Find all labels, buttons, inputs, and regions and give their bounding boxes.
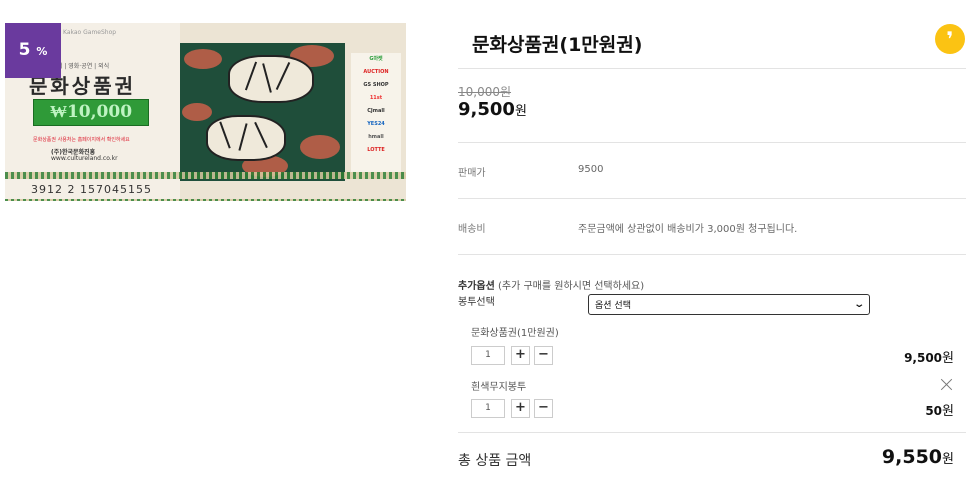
select-value: 옵션 선택 [595,301,631,311]
divider [458,432,966,433]
partner-logo: AUCTION [363,69,389,75]
divider [458,198,966,199]
total-price: 9,550원 [882,446,954,468]
tiger-illustration [180,43,345,181]
additional-options-heading: 추가옵션 (추가 구매를 원하시면 선택하세요) [458,277,644,292]
shipping-label: 배송비 [458,224,486,235]
sale-price: 9,500원 [458,99,527,120]
selected-item-price: 50원 [925,400,954,419]
additional-options-title: 추가옵션 [458,281,495,292]
kakao-talk-icon[interactable]: ❜ [935,24,965,54]
quantity-minus-button[interactable]: − [534,399,553,418]
voucher-border [5,199,406,201]
selected-item-price-value: 9,500 [904,351,943,365]
currency-unit: 원 [942,351,954,366]
selected-item-price: 9,500원 [904,347,954,366]
selected-item-price-value: 50 [925,404,943,418]
partner-logo: LOTTE [367,147,385,153]
product-title: 문화상품권(1만원권) [472,34,643,56]
partner-logo: CJmall [367,108,385,114]
discount-value: 5 [18,40,31,60]
partner-logo: 11st [369,95,383,101]
envelope-select-dropdown[interactable]: 옵션 선택 ⌄ [588,294,870,315]
sale-price-value: 9,500 [458,99,515,120]
partner-logo: YES24 [367,121,385,127]
currency-unit: 원 [942,404,954,419]
voucher-amount: ₩10,000 [33,99,149,126]
sale-price-label: 판매가 [458,168,486,179]
divider [458,68,966,69]
chevron-down-icon: ⌄ [852,299,865,310]
quantity-input[interactable]: 1 [471,399,505,418]
discount-unit: % [36,45,48,58]
total-price-value: 9,550 [881,446,943,468]
selected-item-name: 흰색무지봉투 [471,382,527,393]
quantity-minus-button[interactable]: − [534,346,553,365]
voucher-url: www.cultureland.co.kr [51,155,118,162]
quantity-input[interactable]: 1 [471,346,505,365]
voucher-top-row: Kakao GameShop [63,29,117,36]
quantity-plus-button[interactable]: + [511,399,530,418]
voucher-serial: 3912 2 157045155 [31,183,152,196]
divider [458,254,966,255]
envelope-select-label: 봉투선택 [458,297,495,308]
currency-unit: 원 [942,452,954,467]
voucher-border [5,172,406,179]
additional-options-note: (추가 구매를 원하시면 선택하세요) [498,281,645,292]
divider [458,142,966,143]
voucher-note: 문화상품권 사용처는 홈페이지에서 확인하세요 [33,137,130,143]
shipping-value: 주문금액에 상관없이 배송비가 3,000원 청구됩니다. [578,224,798,235]
quantity-plus-button[interactable]: + [511,346,530,365]
original-price: 10,000원 [458,85,512,99]
partner-logo: G마켓 [369,56,383,62]
discount-badge: 5 % [5,23,61,78]
partner-logo: GS SHOP [363,82,389,88]
currency-unit: 원 [514,104,527,119]
partner-logos: G마켓 AUCTION GS SHOP 11st CJmall YES24 hm… [351,53,401,179]
total-label: 총 상품 금액 [458,453,532,469]
partner-logo: hmall [368,134,384,140]
product-image: Kakao GameShop 온라인 | 도서 | 영화·공연 | 외식 문화상… [5,23,406,201]
selected-item-name: 문화상품권(1만원권) [471,328,559,339]
close-icon[interactable] [940,377,954,391]
sale-price-value: 9500 [578,164,604,175]
